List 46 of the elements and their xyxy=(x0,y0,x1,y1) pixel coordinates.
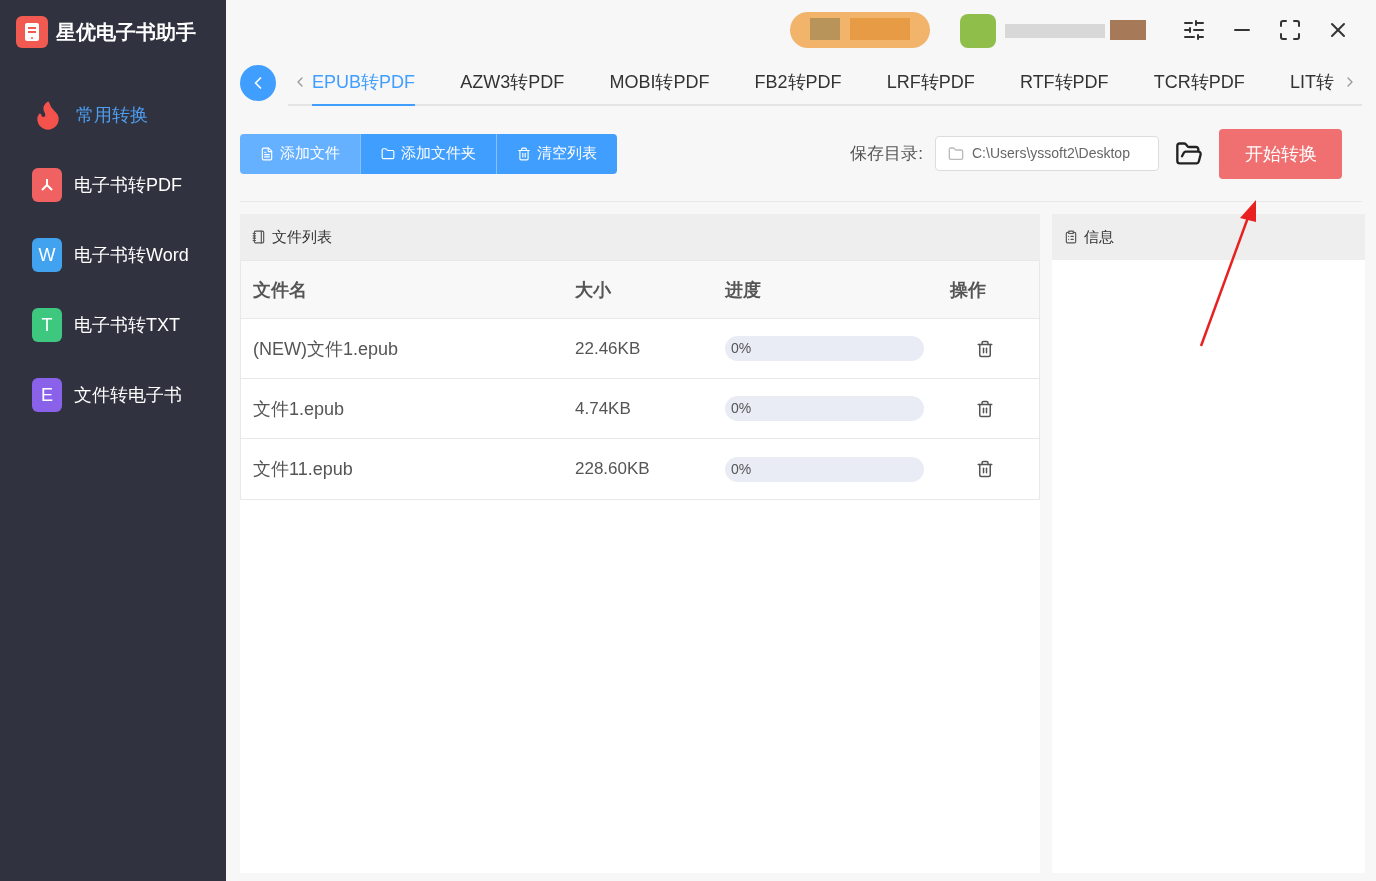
maximize-icon[interactable] xyxy=(1278,18,1302,42)
file-size: 4.74KB xyxy=(575,397,632,420)
app-title: 星优电子书助手 xyxy=(56,20,196,45)
column-header: 进度 xyxy=(725,278,762,302)
save-path-field[interactable]: C:\Users\yssoft2\Desktop xyxy=(935,136,1159,171)
file-icon: E xyxy=(32,378,62,412)
tab[interactable]: AZW3转PDF xyxy=(460,60,565,106)
delete-icon[interactable] xyxy=(976,399,994,418)
tab[interactable]: TCR转PDF xyxy=(1153,60,1245,106)
progress-reading: 0% xyxy=(730,339,752,358)
file-size: 228.60KB xyxy=(575,458,651,481)
settings-icon[interactable] xyxy=(1182,18,1206,42)
tab[interactable]: MOBI转PDF xyxy=(609,60,710,106)
sidebar-item[interactable]: T 电子书转TXT xyxy=(0,290,226,360)
list-icon xyxy=(252,230,266,244)
progress-reading: 0% xyxy=(730,399,752,418)
panel-title: 文件列表 xyxy=(272,226,332,247)
trash-icon xyxy=(517,146,531,161)
document-icon xyxy=(260,146,274,161)
column-header: 操作 xyxy=(950,278,987,302)
file-name: 文件11.epub xyxy=(253,458,354,481)
delete-icon[interactable] xyxy=(976,339,994,358)
info-icon xyxy=(1064,230,1078,244)
tab[interactable]: LRF转PDF xyxy=(886,60,975,106)
file-icon: T xyxy=(32,308,62,342)
column-header: 文件名 xyxy=(253,278,308,302)
tab[interactable]: RTF转PDF xyxy=(1019,60,1109,106)
panel-title: 信息 xyxy=(1084,226,1114,247)
tab[interactable]: FB2转PDF xyxy=(754,60,842,106)
file-icon: W xyxy=(32,238,62,272)
folder-icon xyxy=(948,145,964,162)
delete-icon[interactable] xyxy=(976,460,994,478)
sidebar-item[interactable]: 电子书转PDF xyxy=(0,150,226,220)
back-button[interactable] xyxy=(240,65,276,101)
app-logo-icon xyxy=(16,16,48,48)
sidebar-item[interactable]: 常用转换 xyxy=(0,80,226,150)
file-size: 22.46KB xyxy=(575,337,642,360)
column-header: 大小 xyxy=(575,278,612,302)
progress-reading: 0% xyxy=(730,459,752,479)
tab[interactable]: LIT转 xyxy=(1289,60,1334,106)
sidebar-item[interactable]: W 电子书转Word xyxy=(0,220,226,290)
save-directory-label: 保存目录: xyxy=(850,142,923,165)
file-name: (NEW)文件1.epub xyxy=(253,337,400,361)
folder-icon xyxy=(381,146,395,161)
file-name: 文件1.epub xyxy=(253,397,346,421)
sidebar-item[interactable]: E 文件转电子书 xyxy=(0,360,226,430)
